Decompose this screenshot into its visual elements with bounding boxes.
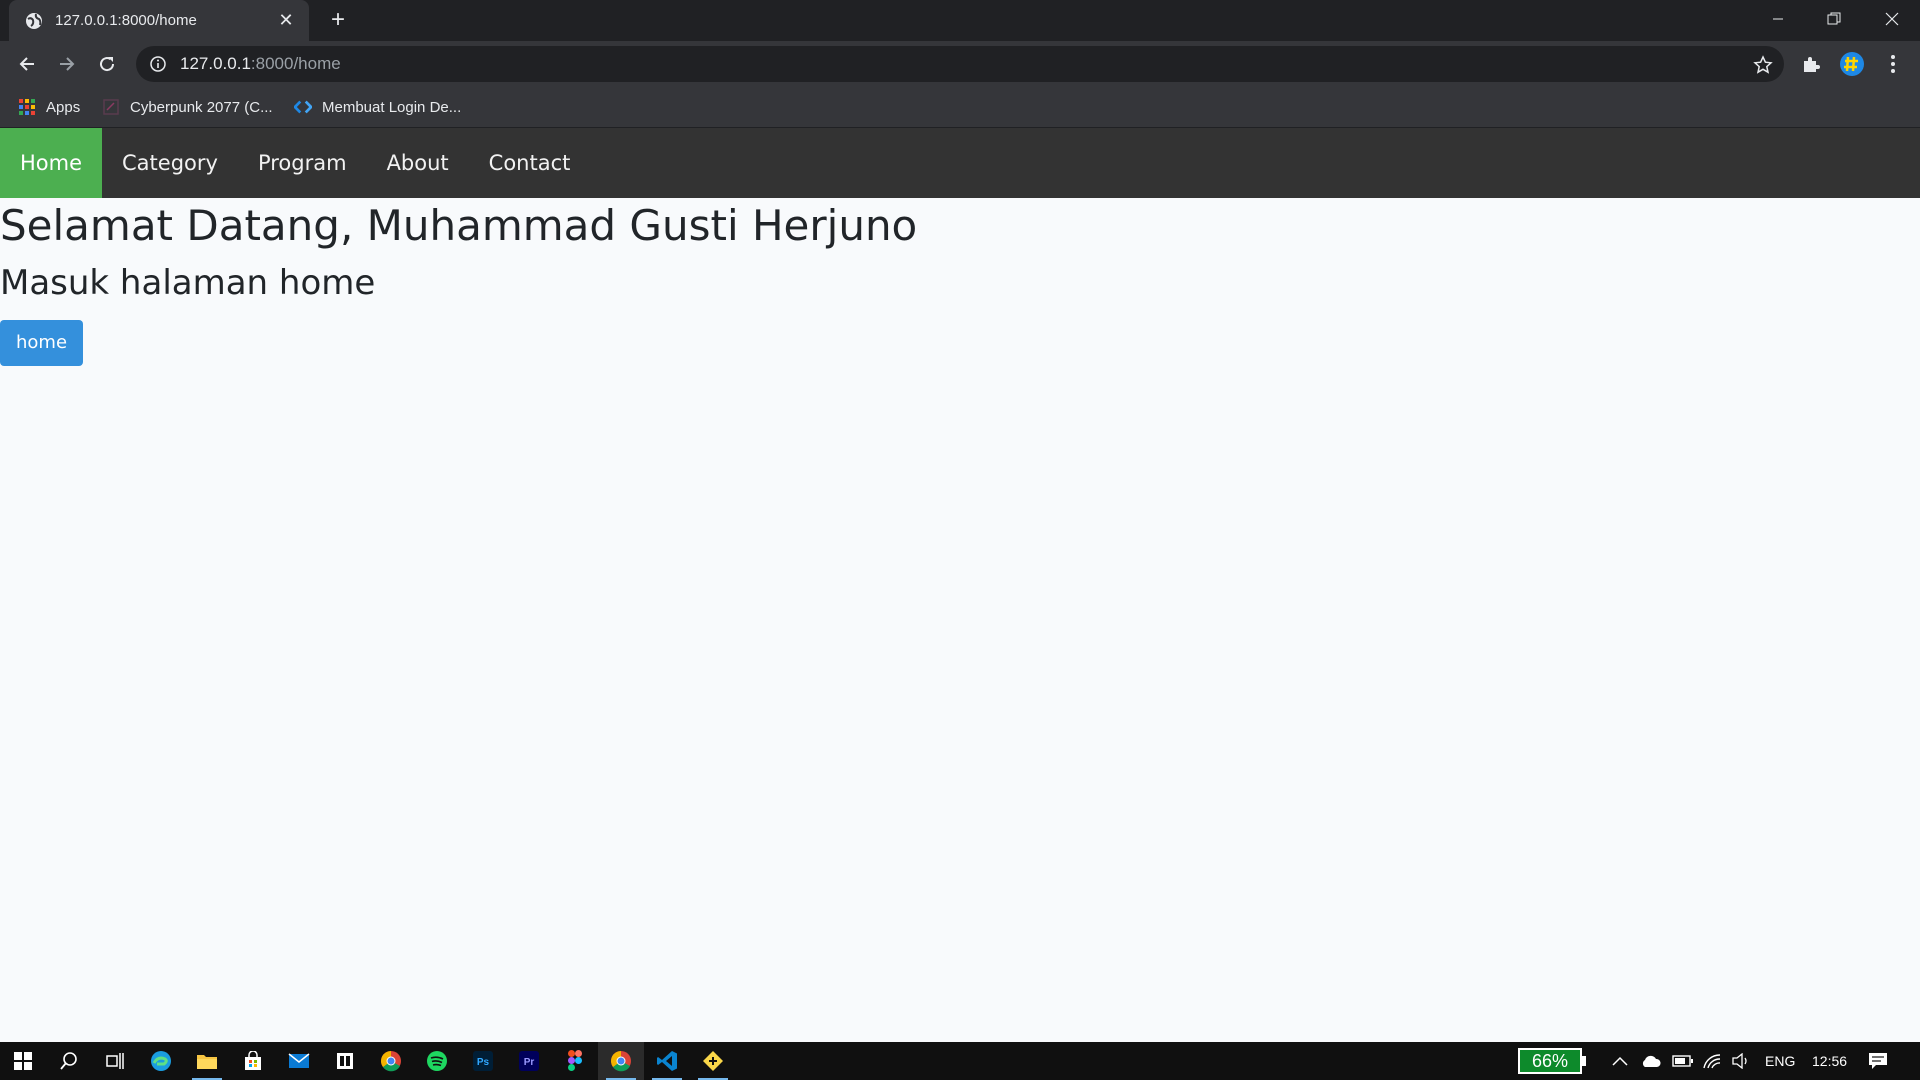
photoshop-icon[interactable]: Ps (460, 1042, 506, 1080)
restore-button[interactable] (1806, 0, 1862, 38)
file-explorer-icon[interactable] (184, 1042, 230, 1080)
nav-about[interactable]: About (367, 128, 469, 198)
close-window-button[interactable] (1864, 0, 1920, 38)
svg-text:Pr: Pr (524, 1057, 535, 1068)
browser-tab[interactable]: 127.0.0.1:8000/home ✕ (9, 0, 309, 41)
battery-percent-badge: 66% (1518, 1048, 1586, 1074)
globe-icon (25, 12, 43, 30)
windows-taskbar: Ps Pr 66% ENG 12:56 (0, 1042, 1920, 1080)
new-tab-button[interactable]: + (325, 8, 351, 34)
home-button[interactable]: home (0, 320, 84, 366)
store-icon[interactable] (230, 1042, 276, 1080)
apps-grid-icon (18, 98, 36, 116)
tab-title: 127.0.0.1:8000/home (55, 12, 197, 29)
edge-browser-icon[interactable] (138, 1042, 184, 1080)
url-host: 127.0.0.1 (180, 54, 251, 73)
cyberpunk-favicon (102, 98, 120, 116)
info-icon[interactable] (150, 56, 166, 72)
address-bar[interactable]: 127.0.0.1:8000/home (136, 46, 1784, 82)
calendar-app-icon[interactable] (322, 1042, 368, 1080)
bookmark-apps[interactable]: Apps (18, 87, 80, 127)
profile-avatar[interactable] (1836, 48, 1868, 80)
reload-button[interactable] (91, 48, 123, 80)
bookmark-star-icon[interactable] (1752, 54, 1774, 76)
nav-home[interactable]: Home (0, 128, 103, 198)
url-path: :8000/home (250, 54, 341, 73)
nav-program[interactable]: Program (238, 128, 367, 198)
page-viewport: Home Category Program About Contact Sela… (0, 128, 1920, 1042)
windows-start-icon[interactable] (0, 1042, 46, 1080)
site-navbar: Home Category Program About Contact (0, 128, 1920, 198)
nav-contact[interactable]: Contact (469, 128, 591, 198)
bookmark-label: Membuat Login De... (322, 98, 462, 116)
minimize-button[interactable] (1750, 0, 1806, 38)
battery-icon[interactable] (1672, 1042, 1694, 1080)
close-tab-icon[interactable]: ✕ (275, 10, 297, 31)
clock-time[interactable]: 12:56 (1812, 1042, 1847, 1080)
search-icon[interactable] (46, 1042, 92, 1080)
kebab-menu-icon[interactable] (1877, 48, 1909, 80)
figma-icon[interactable] (552, 1042, 598, 1080)
task-view-icon[interactable] (92, 1042, 138, 1080)
browser-toolbar: 127.0.0.1:8000/home (0, 41, 1920, 87)
notifications-icon[interactable] (1868, 1042, 1888, 1080)
chrome-active-icon[interactable] (598, 1042, 644, 1080)
nav-category[interactable]: Category (102, 128, 238, 198)
bookmarks-bar: Apps Cyberpunk 2077 (C... Membuat Login … (0, 87, 1920, 128)
show-hidden-icons-chevron-icon[interactable] (1612, 1042, 1628, 1080)
vscode-icon[interactable] (644, 1042, 690, 1080)
bookmark-cyberpunk[interactable]: Cyberpunk 2077 (C... (102, 87, 273, 127)
git-kraken-icon[interactable] (690, 1042, 736, 1080)
page-subtitle: Masuk halaman home (0, 263, 376, 303)
language-indicator[interactable]: ENG (1765, 1042, 1795, 1080)
back-button[interactable] (11, 48, 43, 80)
spotify-icon[interactable] (414, 1042, 460, 1080)
forward-button[interactable] (51, 48, 83, 80)
bookmark-label: Cyberpunk 2077 (C... (130, 98, 273, 116)
bookmark-membuat-login[interactable]: Membuat Login De... (294, 87, 461, 127)
premiere-icon[interactable]: Pr (506, 1042, 552, 1080)
browser-tab-strip: 127.0.0.1:8000/home ✕ + (0, 0, 1920, 41)
welcome-heading: Selamat Datang, Muhammad Gusti Herjuno (0, 201, 918, 250)
onedrive-cloud-icon[interactable] (1640, 1042, 1662, 1080)
mail-icon[interactable] (276, 1042, 322, 1080)
bookmark-label: Apps (46, 98, 81, 116)
chrome-icon[interactable] (368, 1042, 414, 1080)
wifi-icon[interactable] (1703, 1042, 1721, 1080)
extensions-puzzle-icon[interactable] (1795, 48, 1827, 80)
svg-text:Ps: Ps (477, 1057, 490, 1068)
volume-icon[interactable] (1731, 1042, 1751, 1080)
code-brackets-icon (294, 98, 312, 116)
